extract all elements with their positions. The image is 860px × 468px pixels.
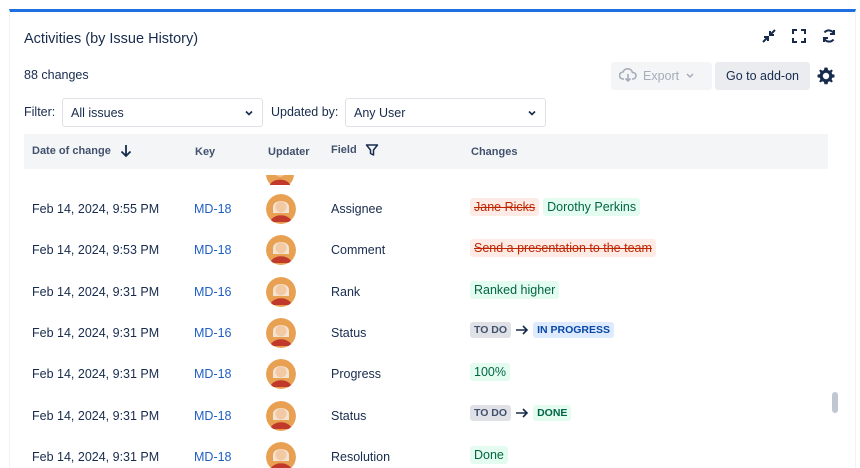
status-badge: IN PROGRESS	[533, 322, 614, 338]
filter-icon[interactable]	[365, 143, 379, 157]
change-date: Feb 14, 2024, 9:31 PM	[32, 326, 160, 340]
scrollbar[interactable]	[832, 392, 838, 413]
avatar[interactable]	[266, 277, 296, 307]
status-badge: TO DO	[470, 405, 512, 421]
activities-panel: Activities (by Issue History) 88 changes…	[9, 9, 856, 468]
issue-key-link[interactable]: MD-18	[194, 243, 232, 257]
export-button[interactable]: Export	[611, 62, 712, 90]
change-date: Feb 14, 2024, 9:31 PM	[32, 409, 160, 423]
arrow-right-icon	[516, 325, 529, 335]
table-header: Date of change Key Updater Field Changes	[24, 134, 828, 169]
cloud-download-icon	[618, 67, 637, 85]
chevron-down-icon	[685, 69, 695, 83]
table-row: Feb 14, 2024, 9:53 PM MD-18 Comment Send…	[24, 230, 828, 271]
column-date[interactable]: Date of change	[32, 143, 133, 159]
updated-by-select[interactable]: Any User	[345, 98, 546, 127]
avatar[interactable]	[266, 318, 296, 348]
refresh-icon[interactable]	[821, 28, 837, 44]
change-values: Done	[470, 446, 508, 464]
filter-label: Filter:	[24, 105, 56, 119]
chevron-down-icon	[245, 110, 253, 116]
field-name: Assignee	[331, 202, 383, 216]
added-value: Ranked higher	[470, 281, 560, 299]
issue-key-link[interactable]: MD-18	[194, 409, 232, 423]
chevron-down-icon	[528, 110, 536, 116]
changes-count: 88 changes	[24, 68, 89, 82]
removed-value: Jane Ricks	[470, 198, 540, 216]
change-date: Feb 14, 2024, 9:31 PM	[32, 285, 160, 299]
table-row: Feb 14, 2024, 9:31 PM MD-16 Rank Ranked …	[24, 272, 828, 313]
field-name: Status	[331, 409, 367, 423]
field-name: Resolution	[331, 450, 391, 464]
updated-by-label: Updated by:	[271, 105, 339, 119]
go-to-addon-button[interactable]: Go to add-on	[715, 62, 810, 90]
added-value: Dorothy Perkins	[543, 198, 641, 216]
collapse-icon[interactable]	[761, 28, 777, 44]
table-row: Feb 14, 2024, 9:31 PM MD-18 Progress 100…	[24, 354, 828, 395]
change-values: 100%	[470, 363, 510, 381]
filter-select-value: All issues	[71, 105, 124, 120]
filter-select[interactable]: All issues	[62, 98, 263, 127]
field-name: Status	[331, 326, 367, 340]
change-date: Feb 14, 2024, 9:31 PM	[32, 450, 160, 464]
issue-key-link[interactable]: MD-18	[194, 202, 232, 216]
table-row: Feb 14, 2024, 9:31 PM MD-18 Status TO DO…	[24, 396, 828, 437]
panel-title: Activities (by Issue History)	[24, 31, 199, 47]
removed-value: Send a presentation to the team	[470, 239, 656, 257]
avatar[interactable]	[266, 359, 296, 389]
gear-icon[interactable]	[816, 66, 836, 86]
table-row: Feb 14, 2024, 9:55 PM MD-18 Assignee Jan…	[24, 189, 828, 230]
avatar[interactable]	[266, 235, 296, 265]
updated-by-select-value: Any User	[354, 105, 406, 120]
sort-down-icon	[120, 145, 131, 158]
field-name: Rank	[331, 285, 361, 299]
change-date: Feb 14, 2024, 9:55 PM	[32, 202, 160, 216]
column-date-label: Date of change	[32, 145, 111, 157]
change-date: Feb 14, 2024, 9:53 PM	[32, 243, 160, 257]
column-key: Key	[195, 146, 216, 158]
avatar[interactable]	[266, 401, 296, 431]
export-label: Export	[643, 69, 680, 83]
table-row: Feb 14, 2024, 9:31 PM MD-16 Status TO DO…	[24, 313, 828, 354]
table-body: Feb 14, 2024, 9:55 PM MD-18 Assignee Jan…	[24, 169, 828, 468]
field-name: Comment	[331, 243, 386, 257]
status-badge: TO DO	[470, 322, 512, 338]
issue-key-link[interactable]: MD-18	[194, 450, 232, 464]
table-row: Feb 14, 2024, 9:31 PM MD-18 Resolution D…	[24, 437, 828, 468]
change-values: Send a presentation to the team	[470, 239, 656, 257]
column-changes: Changes	[471, 146, 518, 158]
issue-key-link[interactable]: MD-18	[194, 367, 232, 381]
panel-actions	[761, 28, 837, 44]
change-values: TO DO DONE	[470, 405, 572, 421]
column-field-label: Field	[331, 144, 357, 156]
column-updater: Updater	[268, 146, 310, 158]
change-date: Feb 14, 2024, 9:31 PM	[32, 367, 160, 381]
issue-key-link[interactable]: MD-16	[194, 326, 232, 340]
added-value: Done	[470, 446, 508, 464]
change-values: Jane Ricks Dorothy Perkins	[470, 198, 641, 216]
change-values: Ranked higher	[470, 281, 560, 299]
avatar[interactable]	[266, 194, 296, 224]
avatar	[266, 175, 294, 185]
arrow-right-icon	[516, 408, 529, 418]
column-field[interactable]: Field	[331, 143, 379, 157]
change-values: TO DO IN PROGRESS	[470, 322, 614, 338]
added-value: 100%	[470, 363, 510, 381]
issue-key-link[interactable]: MD-16	[194, 285, 232, 299]
status-badge: DONE	[533, 405, 572, 421]
avatar[interactable]	[266, 442, 296, 468]
field-name: Progress	[331, 367, 382, 381]
fullscreen-icon[interactable]	[791, 28, 807, 44]
